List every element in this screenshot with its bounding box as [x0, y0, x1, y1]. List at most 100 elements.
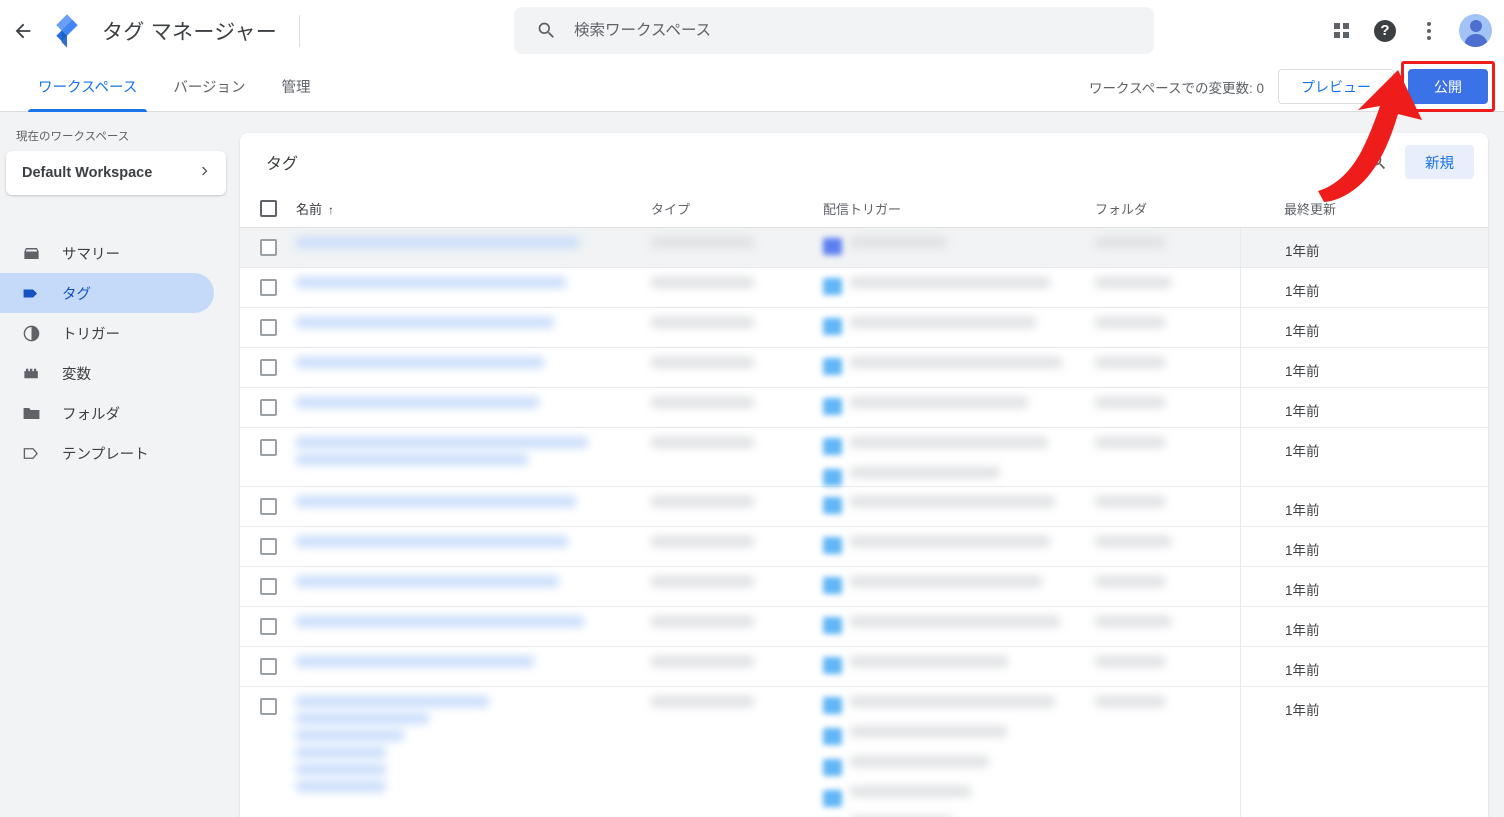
- redacted-content: [1095, 428, 1240, 448]
- cell-name[interactable]: [296, 428, 651, 471]
- table-row[interactable]: 1年前: [240, 228, 1488, 268]
- table-row[interactable]: 1年前: [240, 607, 1488, 647]
- cell-name[interactable]: [296, 388, 651, 414]
- redacted-text: [850, 756, 989, 767]
- cell-name[interactable]: [296, 687, 651, 798]
- redacted-text: [850, 357, 1062, 368]
- search-icon[interactable]: [1359, 143, 1397, 181]
- cell-name[interactable]: [296, 487, 651, 513]
- table-row[interactable]: 1年前: [240, 647, 1488, 687]
- redacted-text: [296, 454, 528, 465]
- table-row[interactable]: 1年前: [240, 268, 1488, 308]
- redacted-text: [1095, 277, 1171, 288]
- redacted-text: [651, 317, 754, 328]
- row-checkbox-cell: [240, 308, 296, 336]
- brand[interactable]: タグ マネージャー: [42, 0, 301, 61]
- sidebar-item-variables[interactable]: 変数: [0, 353, 214, 393]
- row-checkbox[interactable]: [259, 279, 277, 296]
- row-checkbox[interactable]: [259, 618, 277, 635]
- row-checkbox[interactable]: [259, 399, 277, 416]
- select-all-checkbox[interactable]: [259, 200, 277, 217]
- cell-name[interactable]: [296, 527, 651, 553]
- cell-name[interactable]: [296, 268, 651, 294]
- table-row[interactable]: 1年前: [240, 308, 1488, 348]
- tab-versions[interactable]: バージョン: [155, 61, 263, 112]
- redacted-text: [296, 237, 579, 248]
- trigger-type-icon: [823, 318, 842, 335]
- cell-trigger: [823, 487, 1095, 514]
- trigger-icon-column: [823, 228, 850, 255]
- row-checkbox[interactable]: [259, 658, 277, 675]
- redacted-text: [850, 536, 1050, 547]
- redacted-text: [850, 616, 1060, 627]
- tab-workspace[interactable]: ワークスペース: [20, 61, 155, 112]
- publish-button[interactable]: 公開: [1408, 69, 1488, 104]
- cell-name[interactable]: [296, 308, 651, 334]
- preview-button[interactable]: プレビュー: [1278, 69, 1394, 104]
- redacted-text: [1095, 496, 1165, 507]
- redacted-text: [296, 764, 386, 775]
- column-header-type[interactable]: タイプ: [651, 199, 823, 218]
- sidebar-item-templates[interactable]: テンプレート: [0, 433, 214, 473]
- apps-grid-icon[interactable]: [1321, 11, 1361, 51]
- search-icon: [536, 20, 557, 41]
- column-header-trigger[interactable]: 配信トリガー: [823, 199, 1095, 218]
- sidebar-item-folders[interactable]: フォルダ: [0, 393, 214, 433]
- column-header-updated[interactable]: 最終更新: [1240, 199, 1488, 218]
- table-row[interactable]: 1年前: [240, 348, 1488, 388]
- user-avatar-icon[interactable]: [1459, 14, 1492, 47]
- table-row[interactable]: 1年前: [240, 687, 1488, 817]
- table-row[interactable]: 1年前: [240, 527, 1488, 567]
- row-checkbox[interactable]: [259, 498, 277, 515]
- cell-folder: [1095, 527, 1240, 553]
- table-row[interactable]: 1年前: [240, 487, 1488, 527]
- row-checkbox[interactable]: [259, 359, 277, 376]
- redacted-text: [651, 437, 754, 448]
- more-vertical-icon[interactable]: [1409, 11, 1449, 51]
- row-checkbox[interactable]: [259, 698, 277, 715]
- cell-folder: [1095, 388, 1240, 414]
- cell-name[interactable]: [296, 607, 651, 633]
- back-arrow-icon[interactable]: [4, 0, 42, 61]
- cell-type: [651, 607, 823, 633]
- cell-name[interactable]: [296, 567, 651, 593]
- cell-name[interactable]: [296, 228, 651, 254]
- tab-admin[interactable]: 管理: [264, 61, 329, 112]
- cell-trigger: [823, 687, 1095, 817]
- new-tag-button[interactable]: 新規: [1405, 145, 1474, 179]
- table-row[interactable]: 1年前: [240, 567, 1488, 607]
- current-workspace-label: 現在のワークスペース: [16, 131, 130, 143]
- card-header: タグ 新規: [240, 133, 1488, 190]
- sidebar-item-summary[interactable]: サマリー: [0, 233, 214, 273]
- row-checkbox[interactable]: [259, 319, 277, 336]
- sidebar-item-triggers[interactable]: トリガー: [0, 313, 214, 353]
- trigger-icon-column: [823, 647, 850, 674]
- help-question-icon[interactable]: ?: [1365, 11, 1405, 51]
- redacted-text: [296, 536, 568, 547]
- trigger-icon-column: [823, 487, 850, 514]
- search-input[interactable]: [574, 21, 1154, 40]
- redacted-content: [296, 388, 651, 408]
- redacted-content: [651, 348, 823, 368]
- tag-icon: [20, 284, 42, 303]
- table-row[interactable]: 1年前: [240, 428, 1488, 487]
- cell-last-updated: 1年前: [1240, 567, 1488, 606]
- sidebar-item-tags[interactable]: タグ: [0, 273, 214, 313]
- cell-folder: [1095, 687, 1240, 713]
- cell-name[interactable]: [296, 647, 651, 673]
- column-header-folder[interactable]: フォルダ: [1095, 199, 1240, 218]
- tags-card: タグ 新規 名前 ↑ タイプ 配信トリガー フォルダ 最終更新 1年前 1年前 …: [240, 133, 1488, 817]
- column-header-name[interactable]: 名前 ↑: [296, 199, 651, 218]
- workspace-selector[interactable]: Default Workspace: [6, 151, 226, 195]
- redacted-text: [651, 237, 754, 248]
- row-checkbox[interactable]: [259, 538, 277, 555]
- table-row[interactable]: 1年前: [240, 388, 1488, 428]
- redacted-text: [296, 656, 534, 667]
- row-checkbox[interactable]: [259, 239, 277, 256]
- search-bar[interactable]: [514, 7, 1154, 54]
- row-checkbox[interactable]: [259, 439, 277, 456]
- cell-name[interactable]: [296, 348, 651, 374]
- trigger-type-icon: [823, 697, 842, 714]
- redacted-content: [1095, 567, 1240, 587]
- row-checkbox[interactable]: [259, 578, 277, 595]
